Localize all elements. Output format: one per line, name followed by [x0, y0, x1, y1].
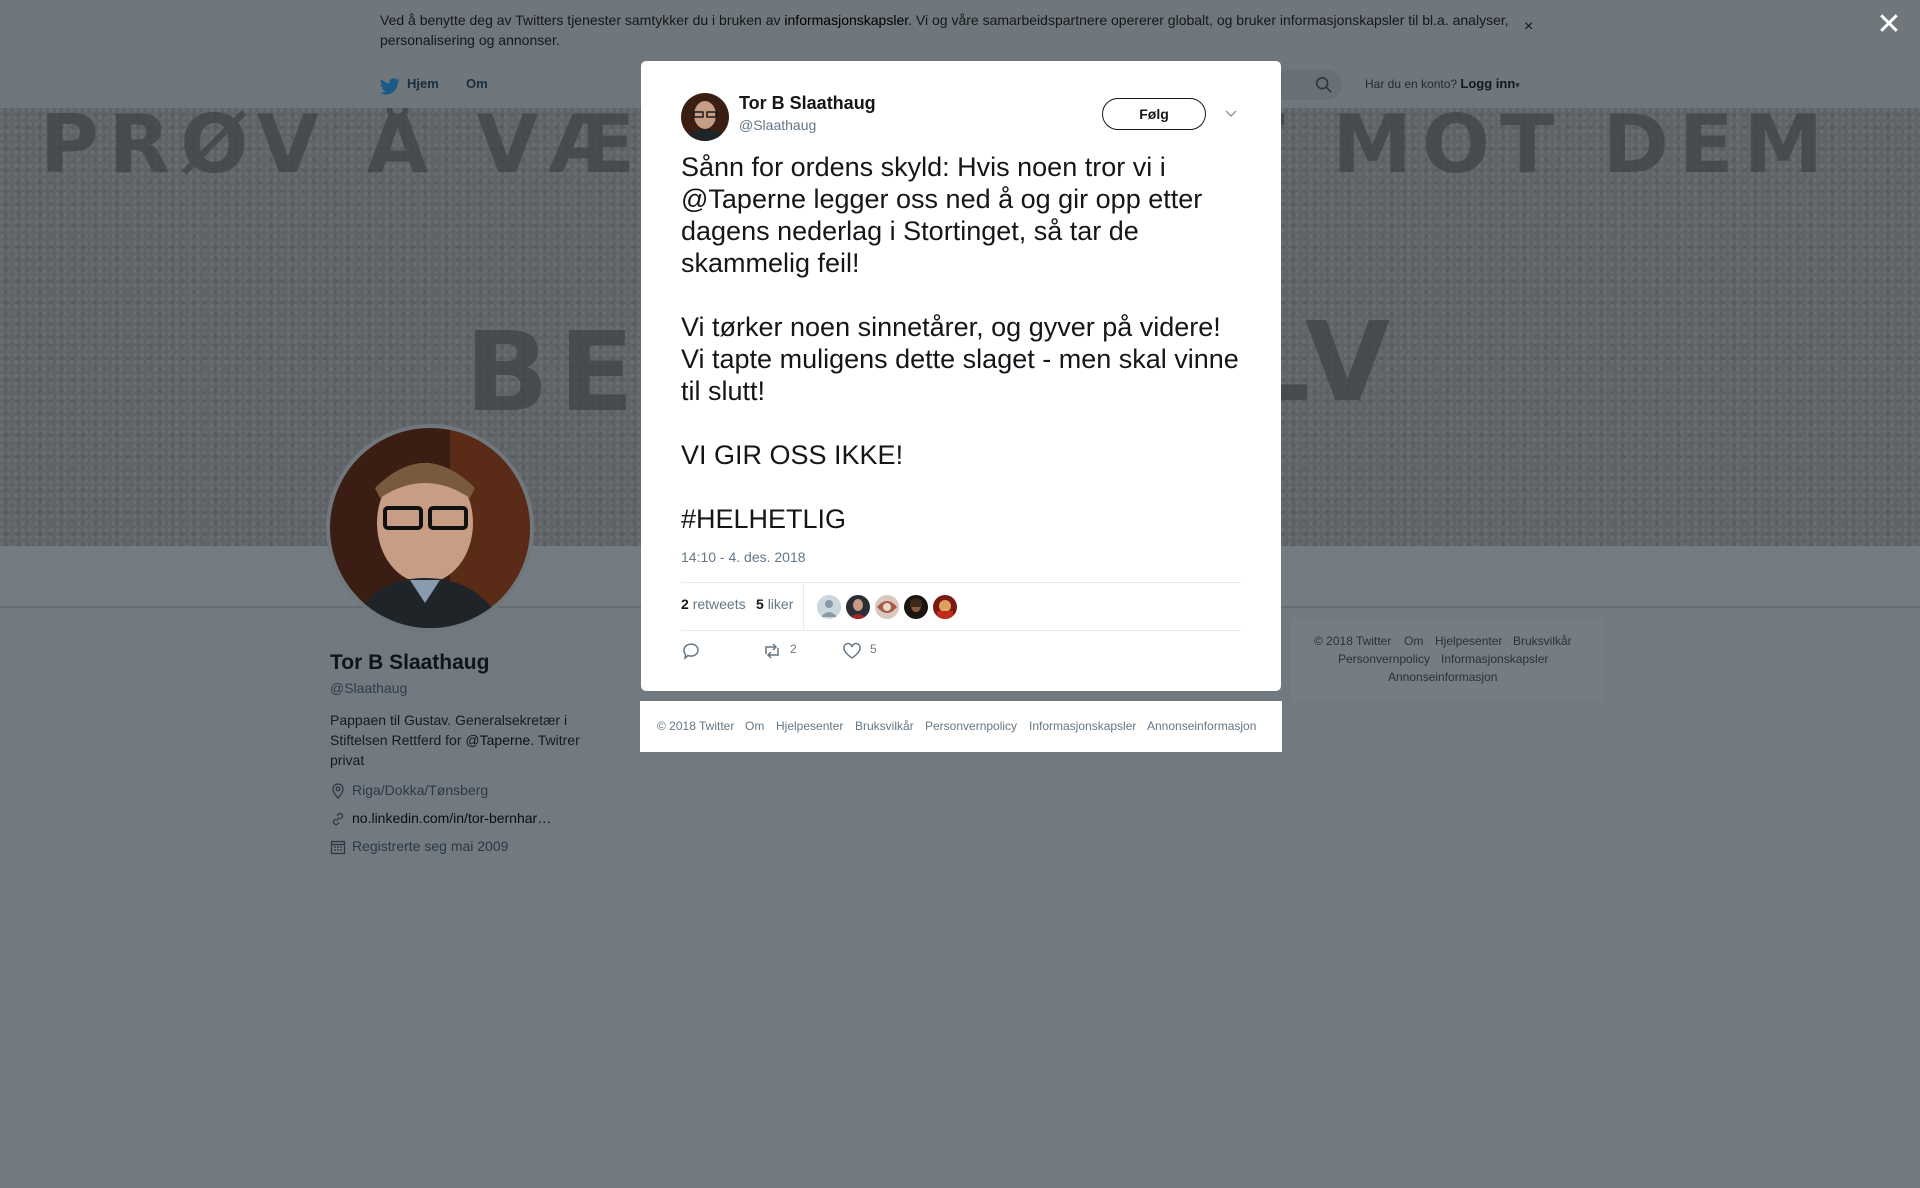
retweet-action-count: 2 — [790, 642, 797, 656]
footer-copyright: © 2018 Twitter — [657, 719, 735, 733]
footer-link-privacy[interactable]: Personvernpolicy — [925, 719, 1017, 733]
liker-avatar[interactable] — [846, 595, 870, 619]
overlay-close-icon[interactable]: ✕ — [1874, 10, 1904, 40]
footer-link-help[interactable]: Hjelpesenter — [1435, 634, 1502, 648]
tweet-text: Sånn for ordens skyld: Hvis noen tror vi… — [681, 151, 1246, 535]
location-pin-icon — [332, 783, 344, 799]
reply-icon — [683, 643, 699, 660]
cookie-text-before: Ved å benytte deg av Twitters tjenester … — [380, 12, 785, 28]
location-text: Riga/Dokka/Tønsberg — [352, 782, 489, 798]
retweet-stat[interactable]: 2 retweets — [681, 596, 746, 612]
author-photo — [681, 93, 729, 141]
footer-link-about[interactable]: Om — [745, 719, 764, 733]
caret-down-icon[interactable]: ▾ — [1515, 80, 1520, 90]
footer-link-terms[interactable]: Bruksvilkår — [855, 719, 914, 733]
retweet-button[interactable]: 2 — [762, 641, 812, 661]
stats-divider — [803, 583, 804, 630]
retweet-icon — [765, 643, 779, 659]
search-icon[interactable] — [1315, 76, 1333, 94]
cookie-text: Ved å benytte deg av Twitters tjenester … — [380, 10, 1520, 50]
bio-mention-link[interactable]: @Taperne — [465, 732, 530, 748]
joined-text: Registrerte seg mai 2009 — [352, 838, 509, 854]
tweet-timestamp[interactable]: 14:10 - 4. des. 2018 — [681, 549, 806, 565]
login-prompt: Har du en konto? — [1365, 77, 1458, 91]
nav-about-link[interactable]: Om — [466, 76, 488, 91]
tweet-mention-link[interactable]: @Taperne — [681, 184, 806, 214]
website-link[interactable]: no.linkedin.com/in/tor-bernhar… — [352, 810, 551, 826]
reply-button[interactable] — [681, 641, 705, 661]
banner-text: PRØV Å VÆ — [40, 108, 646, 191]
twitter-bird-icon[interactable] — [380, 78, 400, 95]
login-area: Har du en konto? Logg inn▾ — [1365, 76, 1520, 91]
profile-bio: Pappaen til Gustav. Generalsekretær i St… — [330, 710, 600, 770]
footer-link-about[interactable]: Om — [1404, 634, 1423, 648]
footer-link-terms[interactable]: Bruksvilkår — [1513, 634, 1572, 648]
profile-handle[interactable]: @Slaathaug — [330, 680, 407, 696]
like-stat[interactable]: 5 liker — [756, 596, 793, 612]
banner-text: T MOT DEM — [1230, 108, 1834, 191]
like-action-count: 5 — [870, 642, 877, 656]
side-footer: © 2018 Twitter Om Hjelpesenter Bruksvilk… — [1290, 618, 1604, 702]
like-label: liker — [767, 596, 794, 612]
footer-link-cookies[interactable]: Informasjonskapsler — [1029, 719, 1136, 733]
profile-photo — [330, 428, 530, 628]
profile-avatar[interactable] — [326, 424, 534, 632]
liker-avatar[interactable] — [933, 595, 957, 619]
chevron-down-icon[interactable] — [1224, 106, 1238, 120]
nav-home-link[interactable]: Hjem — [407, 76, 439, 91]
tweet-paragraph: Vi tørker noen sinnetårer, og gyver på v… — [681, 312, 1239, 406]
tweet-modal: Tor B Slaathaug @Slaathaug Følg Sånn for… — [641, 61, 1281, 691]
liker-avatar[interactable] — [817, 595, 841, 619]
link-icon — [332, 812, 344, 826]
login-link[interactable]: Logg inn — [1460, 76, 1515, 91]
liker-avatar[interactable] — [875, 595, 899, 619]
tweet-author-avatar[interactable] — [681, 93, 729, 141]
footer-link-ads[interactable]: Annonseinformasjon — [1388, 670, 1497, 684]
footer-link-help[interactable]: Hjelpesenter — [776, 719, 843, 733]
tweet-author-handle[interactable]: @Slaathaug — [739, 117, 816, 133]
follow-button[interactable]: Følg — [1102, 98, 1206, 130]
tweet-author-name[interactable]: Tor B Slaathaug — [739, 93, 876, 114]
modal-footer: © 2018 Twitter Om Hjelpesenter Bruksvilk… — [640, 701, 1282, 752]
footer-copyright: © 2018 Twitter — [1314, 634, 1392, 648]
footer-link-privacy[interactable]: Personvernpolicy — [1338, 652, 1430, 666]
profile-name[interactable]: Tor B Slaathaug — [330, 651, 489, 675]
tweet-stats: 2 retweets 5 liker — [681, 582, 1241, 631]
cookie-banner: Ved å benytte deg av Twitters tjenester … — [0, 0, 1920, 62]
tweet-text-part: Sånn for ordens skyld: Hvis noen tror vi… — [681, 152, 1166, 182]
tweet-paragraph: VI GIR OSS IKKE! — [681, 440, 904, 470]
footer-link-ads[interactable]: Annonseinformasjon — [1147, 719, 1256, 733]
tweet-hashtag-link[interactable]: #HELHETLIG — [681, 503, 1246, 535]
heart-icon — [843, 642, 861, 659]
like-count: 5 — [756, 596, 764, 612]
liker-avatar[interactable] — [904, 595, 928, 619]
cookie-close-button[interactable]: × — [1524, 18, 1533, 36]
tweet-paragraph: Sånn for ordens skyld: Hvis noen tror vi… — [681, 151, 1246, 279]
retweet-count: 2 — [681, 596, 689, 612]
cookie-policy-link[interactable]: informasjonskapsler — [784, 12, 908, 28]
retweet-label: retweets — [692, 596, 746, 612]
calendar-icon — [330, 840, 346, 855]
footer-link-cookies[interactable]: Informasjonskapsler — [1441, 652, 1548, 666]
like-button[interactable]: 5 — [842, 641, 892, 661]
